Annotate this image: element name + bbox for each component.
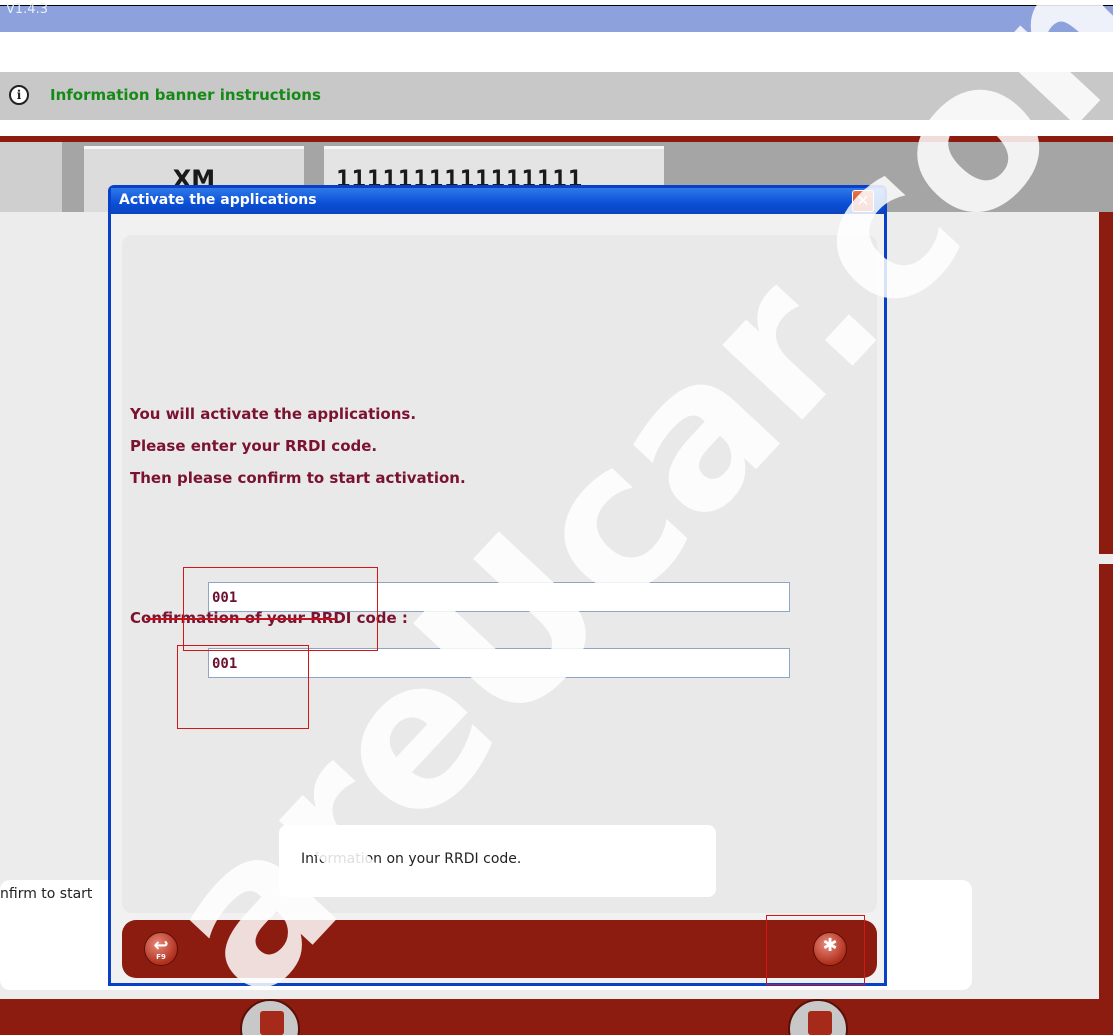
back-button[interactable]: ↩ F9	[144, 932, 178, 966]
close-icon[interactable]: ✕	[852, 190, 874, 212]
dialog-title-bar[interactable]: Activate the applications ✕	[111, 188, 884, 214]
app-footer-bar	[0, 999, 1113, 1035]
instruction-line-3: Then please confirm to start activation.	[130, 469, 466, 487]
info-icon: i	[9, 85, 29, 105]
exit-icon	[808, 1011, 832, 1035]
footer-exit-button[interactable]	[788, 999, 848, 1035]
annotation-box-validate	[766, 915, 865, 985]
rrdi-info-box: Information on your RRDI code.	[279, 825, 716, 897]
background-message-text: nfirm to start	[0, 886, 93, 902]
rrdi-info-text: Information on your RRDI code.	[301, 851, 522, 867]
dialog-title: Activate the applications	[119, 192, 317, 208]
tool-icon	[260, 1011, 284, 1035]
activate-dialog: Activate the applications ✕ You will act…	[108, 185, 887, 986]
instruction-line-1: You will activate the applications.	[130, 405, 417, 423]
banner-spacer	[0, 120, 1113, 136]
info-banner-text: Information banner instructions	[50, 86, 321, 104]
dialog-footer-bar: ↩ F9 ✱	[122, 920, 877, 978]
instruction-line-2: Please enter your RRDI code.	[130, 437, 378, 455]
annotation-box-rrdi	[183, 567, 378, 651]
right-side-bar-lower	[1099, 564, 1113, 999]
info-banner: i Information banner instructions	[0, 72, 1113, 120]
tab-left-edge	[0, 142, 62, 212]
back-key-hint: F9	[156, 953, 166, 961]
right-side-bar	[1099, 212, 1113, 554]
annotation-box-confirm	[177, 645, 309, 729]
app-version: V1.4.3	[6, 2, 48, 17]
header-spacer	[0, 32, 1113, 72]
app-title-bar: V1.4.3	[0, 2, 1113, 32]
dialog-body: You will activate the applications. Plea…	[122, 235, 877, 913]
footer-tool-button[interactable]	[240, 999, 300, 1035]
